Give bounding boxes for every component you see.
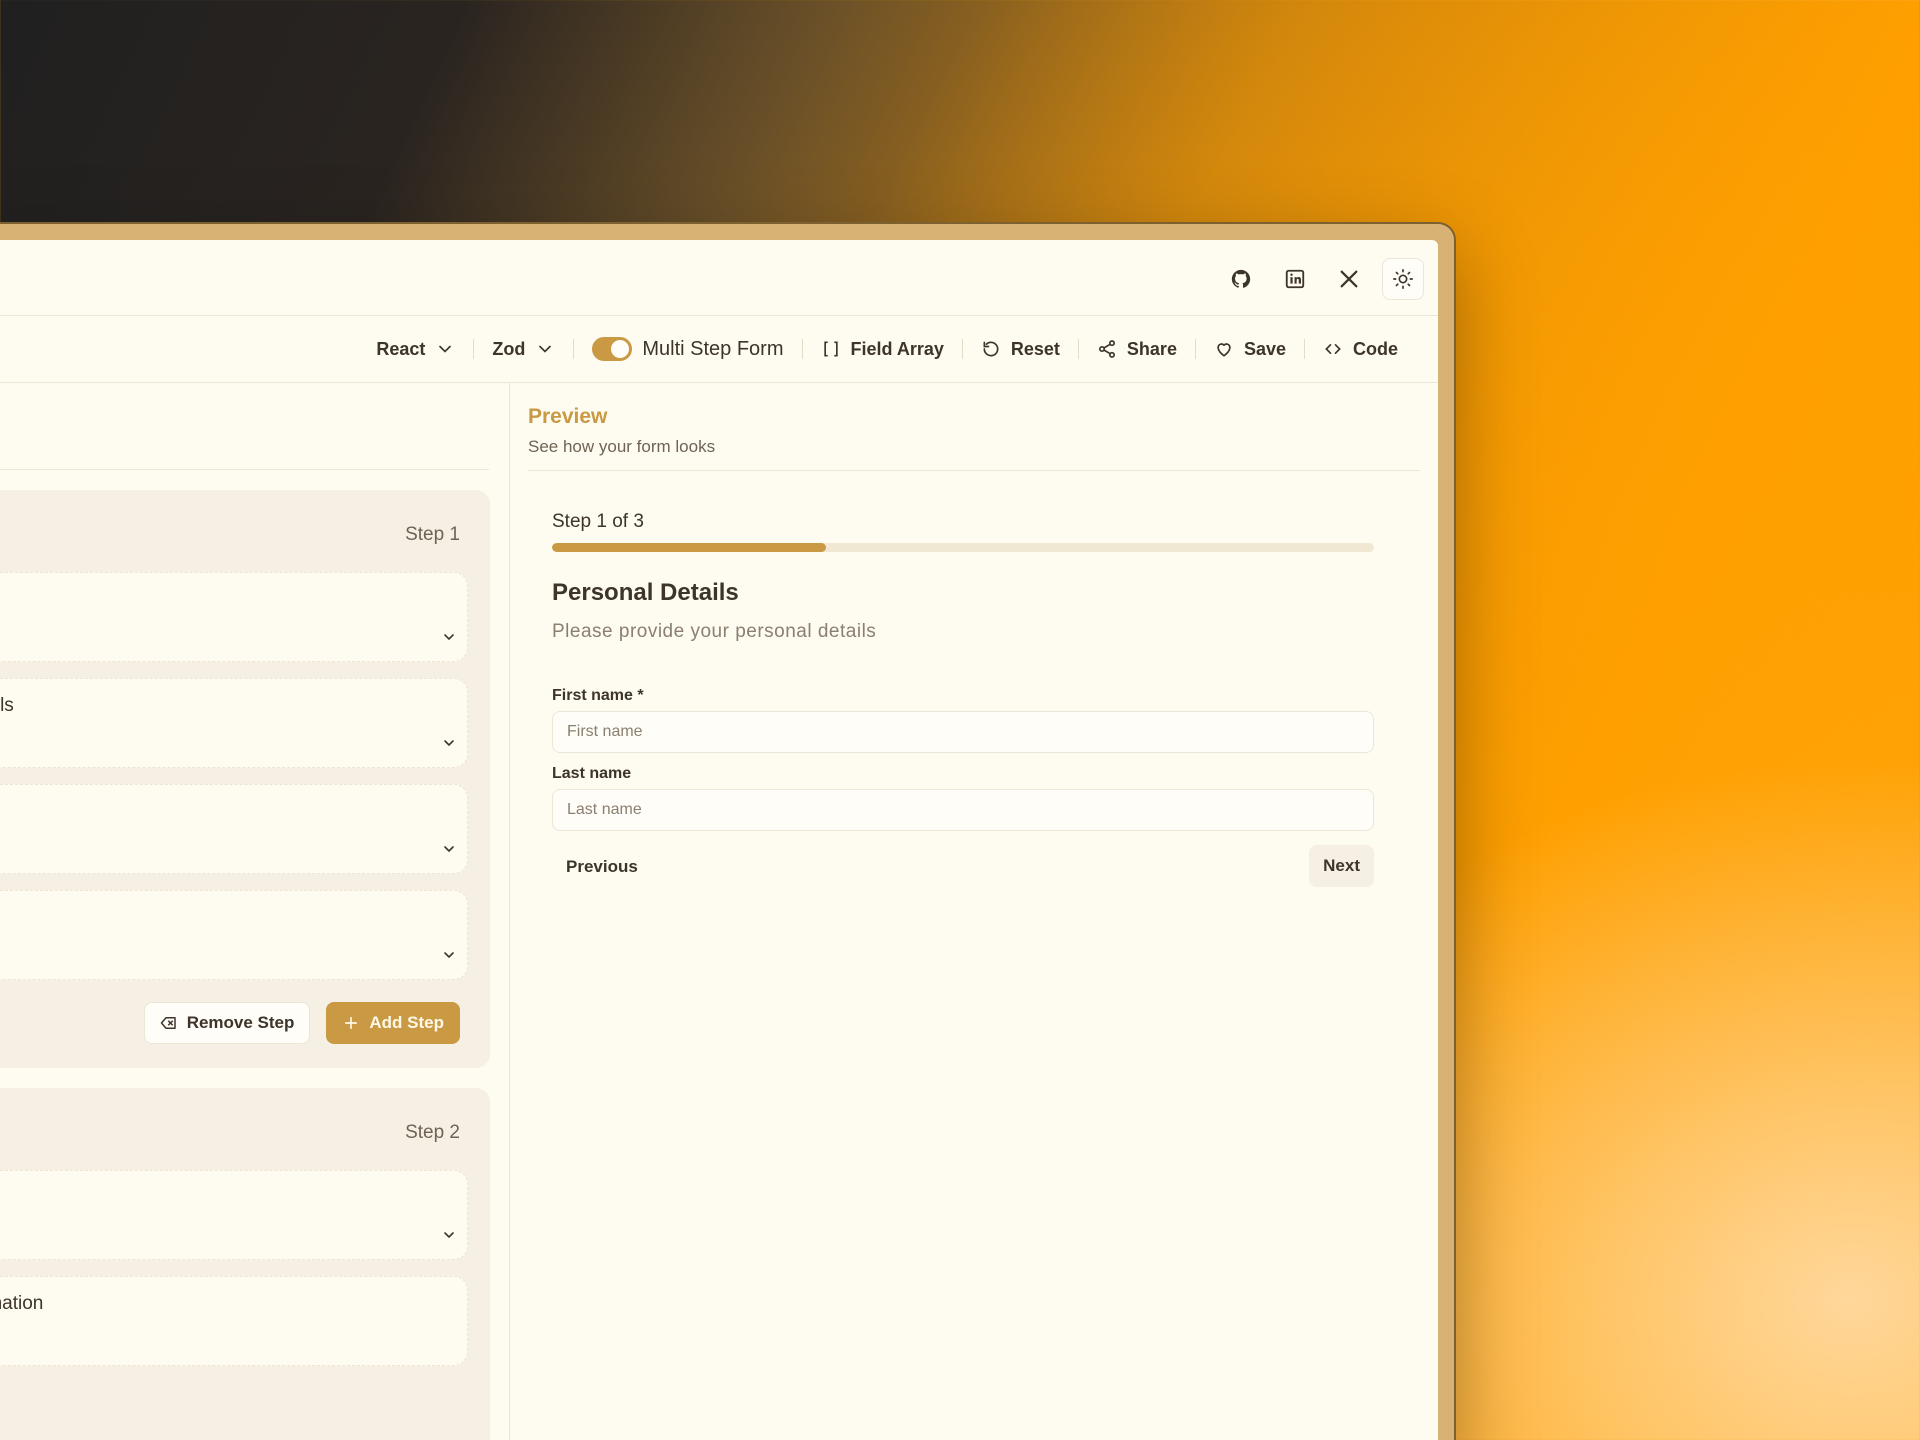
step-label: Step 1 [405,524,460,545]
linkedin-link[interactable] [1274,258,1316,300]
step-card-2: Step 2 rmation [0,1088,490,1440]
reset-icon [983,341,999,357]
brackets-icon [823,341,838,357]
builder-panel: Step 1 tails [0,383,510,1440]
builder-toolbar: React Zod Multi Step Form Field Array Re… [0,316,1438,383]
preview-panel: Preview See how your form looks Step 1 o… [528,383,1438,1440]
top-header [0,240,1438,316]
progress-bar [552,543,1374,552]
chevron-down-icon [539,345,552,353]
github-icon [1231,269,1251,288]
previous-button[interactable]: Previous [566,857,638,877]
form-title: Personal Details [552,579,739,606]
remove-step-button[interactable]: Remove Step [143,1002,311,1044]
field-card[interactable] [0,572,468,662]
chevron-down-icon [439,345,452,353]
x-link[interactable] [1328,258,1370,300]
multi-step-toggle-item[interactable]: Multi Step Form [574,337,801,361]
header-icon-group [1220,258,1424,300]
save-button[interactable]: Save [1196,339,1304,360]
share-button[interactable]: Share [1079,339,1195,360]
form-description: Please provide your personal details [552,621,877,642]
code-button[interactable]: Code [1305,339,1416,360]
step-label: Step 2 [405,1122,460,1143]
chevron-down-icon[interactable] [441,1227,457,1243]
add-step-label: Add Step [369,1013,444,1032]
chevron-down-icon[interactable] [441,629,457,645]
field-card[interactable] [0,784,468,874]
theme-toggle-button[interactable] [1382,258,1424,300]
code-label: Code [1353,338,1398,359]
field-card-title: tails [0,695,14,716]
preview-title: Preview [528,405,608,428]
reset-button[interactable]: Reset [963,339,1078,360]
multi-step-toggle[interactable] [592,337,633,361]
field-card[interactable]: rmation [0,1276,468,1366]
sun-icon [1393,269,1413,289]
framework-label: React [376,338,426,359]
progress-fill [552,543,826,552]
first-name-label: First name * [552,687,644,704]
multi-step-label: Multi Step Form [642,337,784,360]
app-window: React Zod Multi Step Form Field Array Re… [0,224,1454,1440]
share-icon [1098,340,1115,358]
field-array-button[interactable]: Field Array [803,339,962,360]
x-icon [1340,270,1358,288]
chevron-down-icon[interactable] [441,735,457,751]
remove-step-label: Remove Step [186,1013,295,1032]
reset-label: Reset [1010,338,1060,359]
next-button[interactable]: Next [1309,845,1374,887]
app-screen: React Zod Multi Step Form Field Array Re… [0,240,1438,1440]
step-card-1: Step 1 tails [0,490,490,1068]
preview-subtitle: See how your form looks [528,437,716,456]
validation-select[interactable]: Zod [474,339,573,360]
validation-label: Zod [492,338,526,359]
linkedin-icon [1285,269,1305,289]
chevron-down-icon[interactable] [441,841,457,857]
backspace-icon [160,1017,176,1029]
heart-icon [1217,343,1231,357]
add-step-button[interactable]: Add Step [326,1002,460,1044]
share-label: Share [1126,338,1177,359]
builder-header [0,383,489,470]
chevron-down-icon[interactable] [441,947,457,963]
step-actions: Remove Step Add Step [143,1002,460,1044]
first-name-input[interactable] [552,711,1374,753]
last-name-label: Last name [552,765,632,782]
field-array-label: Field Array [850,338,944,359]
divider [528,470,1420,471]
github-link[interactable] [1220,258,1262,300]
field-card-title: rmation [0,1293,44,1314]
code-icon [1325,344,1341,354]
step-counter: Step 1 of 3 [552,511,644,532]
plus-icon [345,1016,358,1030]
last-name-input[interactable] [552,789,1374,831]
save-label: Save [1243,338,1286,359]
framework-select[interactable]: React [358,339,473,360]
field-card[interactable] [0,890,468,980]
field-card[interactable]: tails [0,678,468,768]
field-card[interactable] [0,1170,468,1260]
